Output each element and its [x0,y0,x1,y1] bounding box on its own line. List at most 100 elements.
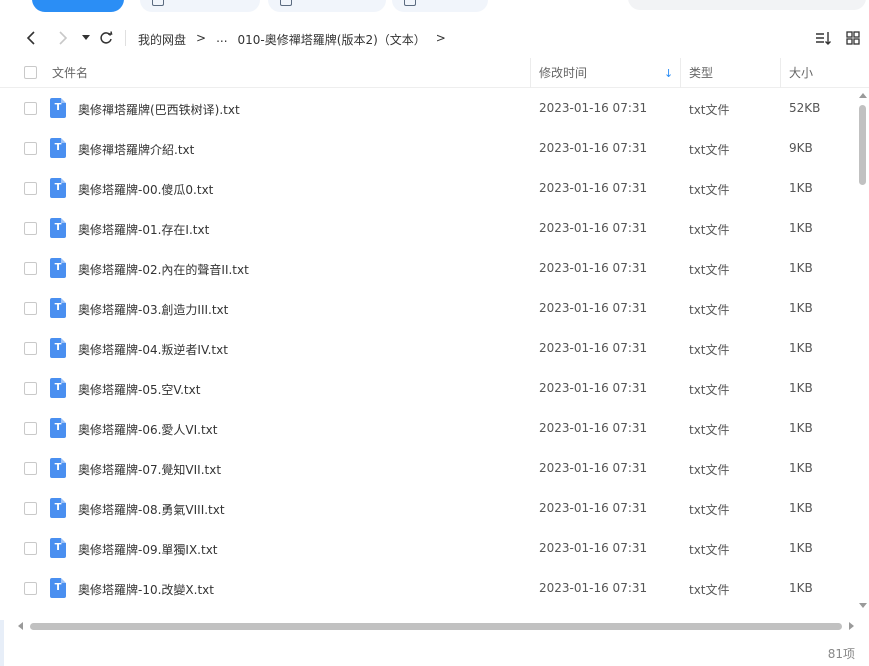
file-size: 1KB [789,301,813,315]
scroll-right-icon[interactable] [849,622,854,630]
scroll-left-icon[interactable] [18,622,23,630]
file-name[interactable]: 奧修塔羅牌-07.覺知VII.txt [78,461,221,478]
file-type: txt文件 [689,383,730,397]
breadcrumb-root[interactable]: 我的网盘 [138,31,186,48]
table-row[interactable]: T 奧修塔羅牌-05.空V.txt 2023-01-16 07:31 txt文件 1KB [0,369,855,409]
row-checkbox[interactable] [24,382,37,395]
caret-down-icon [82,35,90,40]
file-size: 1KB [789,381,813,395]
file-modified: 2023-01-16 07:31 [539,461,648,475]
file-name[interactable]: 奧修塔羅牌-00.傻瓜0.txt [78,181,213,198]
row-checkbox[interactable] [24,102,37,115]
row-checkbox[interactable] [24,342,37,355]
table-row[interactable]: T 奧修塔羅牌-02.內在的聲音II.txt 2023-01-16 07:31 txt… [0,249,855,289]
row-checkbox[interactable] [24,542,37,555]
table-row[interactable]: T 奧修塔羅牌-00.傻瓜0.txt 2023-01-16 07:31 txt文件 1K… [0,169,855,209]
table-row[interactable]: T 奧修塔羅牌-03.創造力III.txt 2023-01-16 07:31 txt文… [0,289,855,329]
file-modified: 2023-01-16 07:31 [539,341,648,355]
row-checkbox[interactable] [24,462,37,475]
refresh-button[interactable] [96,28,116,48]
file-modified: 2023-01-16 07:31 [539,221,648,235]
grid-view-button[interactable] [845,30,861,46]
vertical-scrollbar[interactable] [856,89,869,614]
table-row[interactable]: T 奧修禪塔羅牌介紹.txt 2023-01-16 07:31 txt文件 9KB [0,129,855,169]
history-dropdown[interactable] [76,28,96,48]
file-modified: 2023-01-16 07:31 [539,581,648,595]
row-checkbox[interactable] [24,582,37,595]
column-divider[interactable] [530,58,531,88]
file-icon-glyph: T [54,142,62,153]
horizontal-scrollbar[interactable] [14,620,856,633]
table-row[interactable]: T 奧修塔羅牌-07.覺知VII.txt 2023-01-16 07:31 txt文件… [0,449,855,489]
column-name-header[interactable]: 文件名 [52,58,88,88]
file-name[interactable]: 奧修塔羅牌-02.內在的聲音II.txt [78,261,249,278]
row-checkbox[interactable] [24,422,37,435]
scroll-up-icon[interactable] [859,93,867,98]
navigation-bar: 我的网盘 > ... 010-奧修禪塔羅牌(版本2)（文本） > [0,22,869,56]
table-row[interactable]: T 奧修塔羅牌-01.存在I.txt 2023-01-16 07:31 txt文件 1K… [0,209,855,249]
table-row[interactable]: T 奧修塔羅牌-09.單獨IX.txt 2023-01-16 07:31 txt文件 1… [0,529,855,569]
column-divider[interactable] [680,58,681,88]
row-checkbox[interactable] [24,142,37,155]
scroll-down-icon[interactable] [859,603,867,608]
file-modified: 2023-01-16 07:31 [539,261,648,275]
file-size: 52KB [789,101,821,115]
sort-icon [816,32,831,45]
file-icon-glyph: T [54,302,62,313]
breadcrumb-separator[interactable]: > [436,31,446,48]
file-name[interactable]: 奧修塔羅牌-01.存在I.txt [78,221,209,238]
file-name[interactable]: 奧修塔羅牌-04.叛逆者IV.txt [78,341,228,358]
file-size: 1KB [789,581,813,595]
table-row[interactable]: T 奧修塔羅牌-06.愛人VI.txt 2023-01-16 07:31 txt文件 1… [0,409,855,449]
file-icon-glyph: T [54,342,62,353]
file-type: txt文件 [689,463,730,477]
table-row[interactable]: T 奧修塔羅牌-10.改變X.txt 2023-01-16 07:31 txt文件 1K… [0,569,855,609]
file-name[interactable]: 奧修塔羅牌-10.改變X.txt [78,581,214,598]
file-icon-glyph: T [54,382,62,393]
file-name[interactable]: 奧修禪塔羅牌(巴西铁树译).txt [78,101,240,118]
column-divider[interactable] [780,58,781,88]
view-controls [815,30,861,46]
forward-button[interactable] [52,28,72,48]
table-row[interactable]: T 奧修塔羅牌-04.叛逆者IV.txt 2023-01-16 07:31 txt文件… [0,329,855,369]
column-modified-header[interactable]: 修改时间 [539,58,587,88]
txt-file-icon: T [50,138,66,158]
file-type: txt文件 [689,103,730,117]
scrollbar-thumb[interactable] [30,623,842,630]
file-name[interactable]: 奧修禪塔羅牌介紹.txt [78,141,194,158]
back-button[interactable] [22,28,42,48]
file-name[interactable]: 奧修塔羅牌-08.勇氣VIII.txt [78,501,225,518]
file-type: txt文件 [689,223,730,237]
table-row[interactable]: T 奧修禪塔羅牌(巴西铁树译).txt 2023-01-16 07:31 txt文件 5… [0,89,855,129]
breadcrumb-current[interactable]: 010-奧修禪塔羅牌(版本2)（文本） [238,31,426,48]
file-icon-glyph: T [54,422,62,433]
new-folder-button[interactable] [140,0,260,12]
search-input[interactable] [628,0,866,10]
txt-file-icon: T [50,498,66,518]
file-size: 1KB [789,461,813,475]
file-name[interactable]: 奧修塔羅牌-09.單獨IX.txt [78,541,218,558]
file-icon-glyph: T [54,182,62,193]
breadcrumb-ellipsis[interactable]: ... [216,31,227,48]
txt-file-icon: T [50,298,66,318]
scrollbar-thumb[interactable] [859,105,866,185]
file-list: T 奧修禪塔羅牌(巴西铁树译).txt 2023-01-16 07:31 txt文件 5… [0,89,855,614]
column-size-header[interactable]: 大小 [789,58,813,88]
row-checkbox[interactable] [24,182,37,195]
row-checkbox[interactable] [24,502,37,515]
txt-file-icon: T [50,418,66,438]
toolbar-button[interactable] [392,0,488,12]
row-checkbox[interactable] [24,302,37,315]
table-row[interactable]: T 奧修塔羅牌-08.勇氣VIII.txt 2023-01-16 07:31 txt文… [0,489,855,529]
sort-button[interactable] [815,30,831,46]
row-checkbox[interactable] [24,262,37,275]
column-type-header[interactable]: 类型 [689,58,713,88]
file-name[interactable]: 奧修塔羅牌-05.空V.txt [78,381,200,398]
select-all-checkbox[interactable] [24,66,37,79]
row-checkbox[interactable] [24,222,37,235]
file-name[interactable]: 奧修塔羅牌-06.愛人VI.txt [78,421,218,438]
toolbar-button[interactable] [268,0,386,12]
upload-button[interactable] [32,0,124,12]
file-name[interactable]: 奧修塔羅牌-03.創造力III.txt [78,301,228,318]
chevron-right-icon [59,31,68,45]
